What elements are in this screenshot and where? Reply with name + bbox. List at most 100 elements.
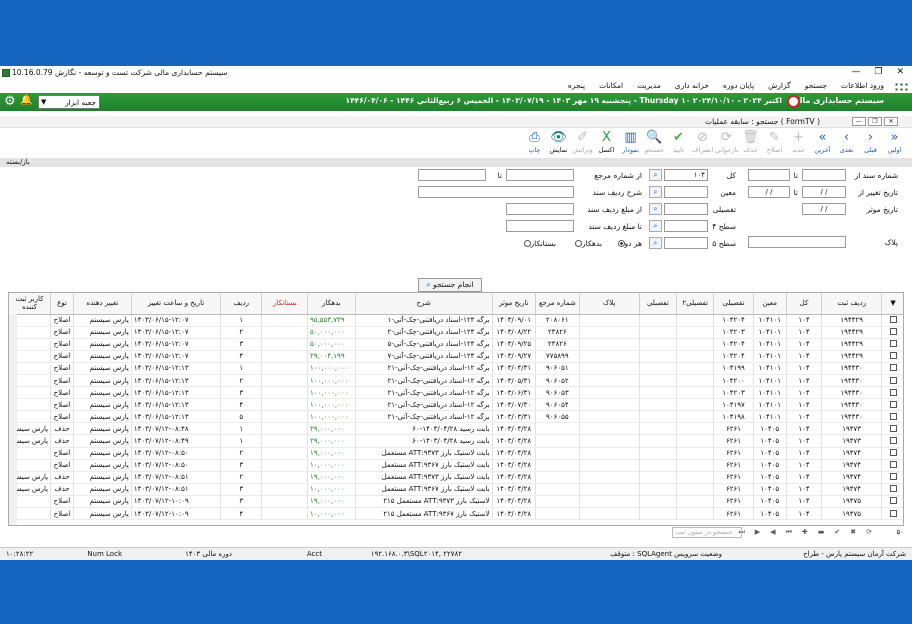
table-cell[interactable]: برگه ۱۲-اسناد دریافتنی-چک-آتی-۲۱: [355, 386, 493, 400]
table-cell[interactable]: ۲: [220, 326, 263, 339]
table-cell[interactable]: ۱۹۴۴۲۹: [821, 350, 883, 363]
menu-tools[interactable]: امکانات: [599, 81, 623, 90]
table-cell[interactable]: ۱۰۴۱۰۱: [753, 374, 787, 388]
radio-both[interactable]: هر دو: [616, 239, 642, 248]
table-cell[interactable]: برگه ۱۲-اسناد دریافتنی-چک-آتی-۲۱: [355, 410, 493, 424]
table-cell[interactable]: ۱: [220, 434, 263, 448]
table-cell[interactable]: [535, 447, 580, 460]
table-row[interactable]: ۱۹۴۴۳۰ ۱۰۴ ۱۰۴۱۰۱ ۱۰۴۱۹۷ ۹۰۶۰۵۴ ۱۴۰۳/۰۷/۳۰ برگ…: [9, 398, 903, 412]
table-cell[interactable]: بابت لاستیک بارز ۹۳۶۷:ATT مستعمل: [355, 483, 493, 496]
table-cell[interactable]: [676, 459, 715, 472]
table-row[interactable]: ۱۹۴۴۲۹ ۱۰۴ ۱۰۴۱۰۱ ۱۰۴۲۰۴ ۷۷۵۸۹۹ ۱۴۰۳/۰۹/۲۷ برگ…: [9, 350, 903, 363]
table-cell[interactable]: ۱۰,۰۰۰,۰۰۰: [307, 483, 356, 496]
table-cell[interactable]: ۶۲۶۱: [713, 471, 754, 484]
inner-minimize-button[interactable]: —: [852, 117, 866, 126]
table-cell[interactable]: [639, 386, 678, 400]
toolbox-button[interactable]: ▼ جعبه ابزار: [38, 95, 100, 109]
table-cell[interactable]: [261, 410, 309, 424]
table-cell[interactable]: [579, 386, 640, 400]
table-row[interactable]: ۱۹۴۷۵ ۱۰۴ ۱۰۴۰۵ ۶۲۶۱ ۱۴۰۳/۰۴/۲۸ لاستیک بارز ۹…: [9, 495, 903, 509]
table-cell[interactable]: ۱۰۴۰۵: [753, 483, 787, 496]
table-cell[interactable]: پارس سیستم: [73, 471, 132, 484]
table-cell[interactable]: ۱۴۰۳/۰۴/۲۸: [492, 422, 537, 436]
table-cell[interactable]: ۱۹۴۷۴: [821, 447, 883, 460]
menu-treasury[interactable]: خزانه داری: [675, 81, 709, 90]
row-checkbox[interactable]: [881, 410, 903, 424]
table-cell[interactable]: ۱۴۰۳/۰۶/۱۵-۱۲:۱۳: [131, 398, 222, 412]
table-cell[interactable]: ۲۹,۰۰۴,۱۹۹: [307, 350, 356, 363]
table-cell[interactable]: [579, 314, 640, 327]
table-cell[interactable]: حذف: [50, 471, 74, 484]
table-cell[interactable]: [261, 459, 309, 472]
table-cell[interactable]: پارس سیستم: [73, 422, 132, 436]
table-cell[interactable]: ۲: [220, 374, 263, 388]
table-cell[interactable]: ۱۹۴۴۳۰: [821, 374, 883, 388]
tafsili-input[interactable]: [664, 203, 708, 215]
row-checkbox[interactable]: [881, 507, 903, 521]
table-cell[interactable]: ۶۲۶۱: [713, 447, 754, 460]
table-cell[interactable]: بابت رسید ۱۴۰۳/۰۴/۲۸-۶۰: [355, 422, 493, 436]
table-cell[interactable]: پارس سیستم: [73, 483, 132, 496]
table-cell[interactable]: ۱۹۴۷۳: [821, 422, 883, 436]
table-cell[interactable]: ۶۲۶۱: [713, 483, 754, 496]
table-cell[interactable]: ۱۴۰۳/۰۷/۱۲-۱۰:۰۹: [131, 495, 222, 509]
table-cell[interactable]: ۲۹,۰۰۰,۰۰۰: [307, 422, 356, 436]
table-cell[interactable]: [579, 338, 640, 351]
table-cell[interactable]: [261, 495, 309, 509]
table-cell[interactable]: ۱۰۴: [786, 483, 823, 496]
table-cell[interactable]: [639, 483, 678, 496]
row-checkbox[interactable]: [881, 495, 903, 509]
table-cell[interactable]: ۱۰۴۲۰۳: [713, 386, 754, 400]
refresh-grid-icon[interactable]: ⟳: [866, 528, 872, 537]
table-cell[interactable]: [535, 434, 580, 448]
table-cell[interactable]: ۱۰۰,۰۰۰,۰۰۰: [307, 410, 356, 424]
table-cell[interactable]: ۳: [220, 338, 263, 351]
table-cell[interactable]: ۱۰۴: [786, 434, 823, 448]
table-cell[interactable]: اصلاح: [50, 326, 74, 339]
table-cell[interactable]: ۱۹,۰۰۰,۰۰۰: [307, 447, 356, 460]
bell-icon[interactable]: 🔔: [20, 95, 32, 106]
refresh-button[interactable]: ⟳ بازخوانی: [715, 129, 738, 157]
table-cell[interactable]: ۹۰۶۰۵۴: [535, 398, 580, 412]
col-header[interactable]: تاریخ موثر: [492, 293, 537, 315]
table-cell[interactable]: [676, 374, 715, 388]
table-cell[interactable]: ۱۴۰۳/۰۷/۱۲-۰۸:۵۱: [131, 471, 222, 484]
table-cell[interactable]: [261, 447, 309, 460]
table-cell[interactable]: [676, 314, 715, 327]
table-cell[interactable]: برگه ۱۲۴-اسناد دریافتنی-چک-آتی-۵: [355, 338, 493, 351]
table-cell[interactable]: اصلاح: [50, 495, 74, 509]
grid-search-input[interactable]: جستجو در ستون ثبت: [672, 527, 742, 538]
table-cell[interactable]: ۴: [220, 350, 263, 363]
table-cell[interactable]: ۱۰,۰۰۰,۰۰۰: [307, 507, 356, 521]
collapse-bar[interactable]: باز/بسته: [0, 158, 912, 167]
row-checkbox[interactable]: [881, 338, 903, 351]
amount-from-input[interactable]: [506, 203, 574, 215]
table-cell[interactable]: ۱۰۴۰۵: [753, 447, 787, 460]
change-date-from-input[interactable]: / /: [802, 186, 846, 198]
table-cell[interactable]: [579, 398, 640, 412]
table-cell[interactable]: ۵۰,۰۰۰,۰۰۰: [307, 326, 356, 339]
apply-search-button[interactable]: ⌕ انجام جستجو: [418, 278, 482, 292]
table-cell[interactable]: ۱۰۴۲۰۰: [713, 374, 754, 388]
table-cell[interactable]: اصلاح: [50, 459, 74, 472]
table-cell[interactable]: [535, 483, 580, 496]
table-cell[interactable]: [261, 326, 309, 339]
save-row-icon[interactable]: ✔: [834, 528, 840, 537]
level5-lookup-button[interactable]: ⌕: [649, 237, 662, 249]
table-cell[interactable]: ۱۰۰,۰۰۰,۰۰۰: [307, 374, 356, 388]
table-cell[interactable]: [639, 471, 678, 484]
table-cell[interactable]: ۱۰۴۰۵: [753, 459, 787, 472]
table-cell[interactable]: ۲۳۸۲۶: [535, 338, 580, 351]
table-cell[interactable]: ۱۴۰۳/۰۸/۲۲: [492, 326, 537, 339]
table-cell[interactable]: ۱۹۴۴۲۹: [821, 338, 883, 351]
row-checkbox[interactable]: [881, 326, 903, 339]
table-cell[interactable]: [261, 483, 309, 496]
view-button[interactable]: 👁 نمایش: [547, 129, 570, 157]
table-cell[interactable]: ۲: [220, 447, 263, 460]
table-cell[interactable]: پارس سیستم: [73, 362, 132, 375]
table-cell[interactable]: پارس سیستم: [73, 398, 132, 412]
print-button[interactable]: ⎙ چاپ: [523, 129, 546, 157]
table-cell[interactable]: ۱۹,۰۰۰,۰۰۰: [307, 495, 356, 509]
table-cell[interactable]: ۶۲۶۱: [713, 434, 754, 448]
table-cell[interactable]: اصلاح: [50, 410, 74, 424]
